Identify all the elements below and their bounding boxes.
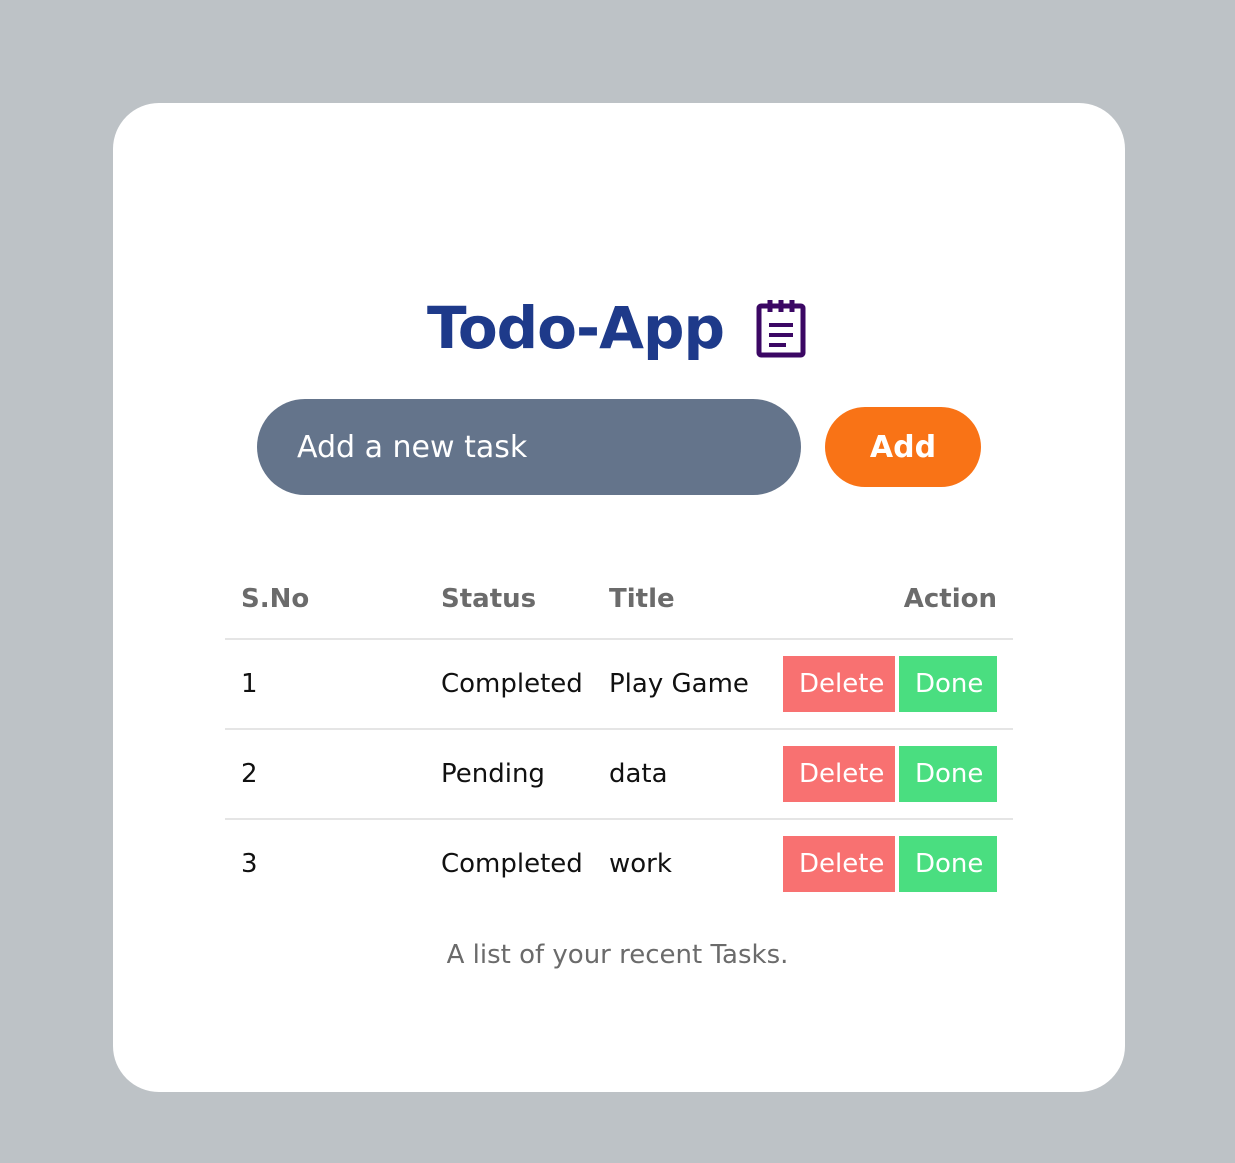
done-button[interactable]: Done bbox=[899, 746, 997, 802]
done-button[interactable]: Done bbox=[899, 656, 997, 712]
table-row: 1 Completed Play Game Delete Done bbox=[225, 639, 1013, 730]
task-sno: 2 bbox=[225, 729, 441, 820]
task-actions: Delete Done bbox=[779, 819, 1013, 908]
done-button[interactable]: Done bbox=[899, 836, 997, 892]
delete-button[interactable]: Delete bbox=[783, 836, 895, 892]
table-caption: A list of your recent Tasks. bbox=[446, 940, 789, 970]
task-title: data bbox=[609, 729, 779, 820]
clipboard-icon bbox=[756, 300, 806, 358]
delete-button[interactable]: Delete bbox=[783, 656, 895, 712]
task-status: Completed bbox=[441, 849, 583, 879]
task-sno: 1 bbox=[225, 639, 441, 730]
header-action: Action bbox=[779, 560, 1013, 640]
app-title: Todo-App bbox=[426, 294, 725, 362]
new-task-input[interactable] bbox=[257, 399, 801, 495]
table-row: 2 Pending data Delete Done bbox=[225, 729, 1013, 820]
task-title: Play Game bbox=[609, 639, 779, 730]
header-title: Title bbox=[609, 560, 779, 640]
task-title: work bbox=[609, 849, 672, 879]
task-sno: 3 bbox=[241, 849, 258, 879]
header: Todo-App bbox=[0, 292, 1235, 364]
header-sno: S.No bbox=[225, 560, 441, 640]
task-status: Completed bbox=[441, 639, 609, 730]
delete-button[interactable]: Delete bbox=[783, 746, 895, 802]
table-row: 3 Completed work Delete Done bbox=[225, 819, 1013, 908]
task-actions: Delete Done bbox=[779, 729, 1013, 820]
table-header-row: S.No Status Title Action bbox=[225, 560, 1013, 640]
task-actions: Delete Done bbox=[779, 639, 1013, 730]
add-task-button[interactable]: Add bbox=[825, 407, 981, 487]
task-status: Pending bbox=[441, 729, 609, 820]
task-table: S.No Status Title Action 1 Completed Pla… bbox=[225, 560, 1013, 908]
header-status: Status bbox=[441, 560, 609, 640]
